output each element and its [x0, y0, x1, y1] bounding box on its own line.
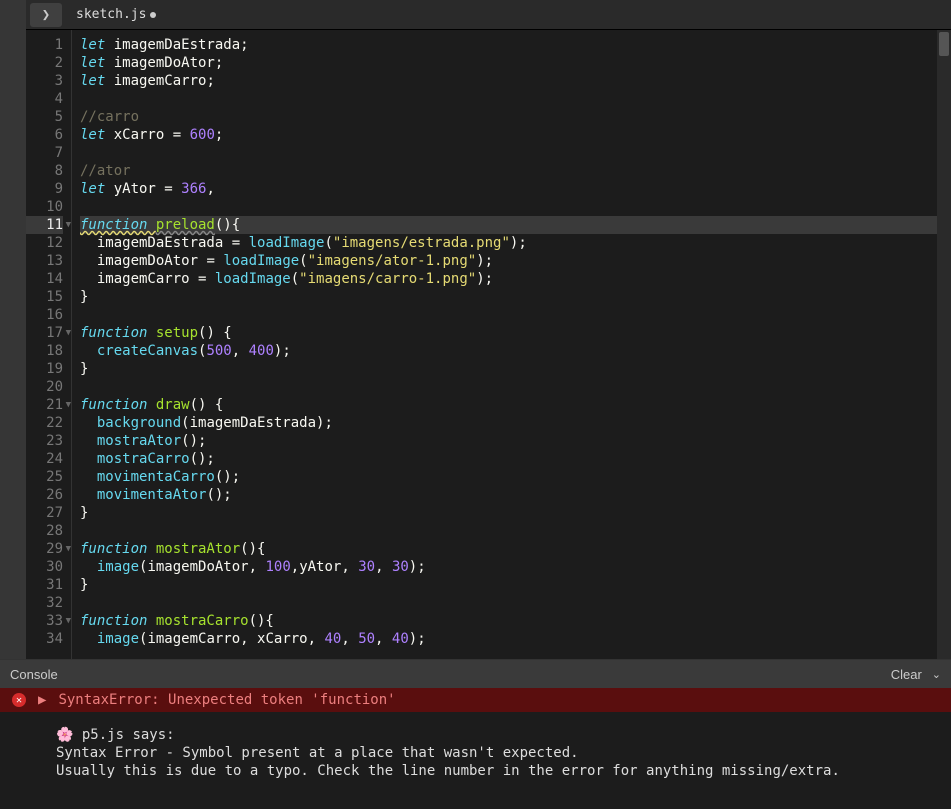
code-line[interactable]: [80, 144, 951, 162]
line-number: 17▼: [26, 324, 63, 342]
line-number: 25: [26, 468, 63, 486]
scrollbar-thumb[interactable]: [939, 32, 949, 56]
line-number: 22: [26, 414, 63, 432]
fold-marker-icon[interactable]: ▼: [66, 540, 71, 558]
p5-line1: Syntax Error - Symbol present at a place…: [56, 745, 579, 761]
code-line[interactable]: let imagemDoAtor;: [80, 54, 951, 72]
code-line[interactable]: [80, 90, 951, 108]
error-text: SyntaxError: Unexpected token 'function': [58, 692, 395, 708]
fold-marker-icon[interactable]: ▼: [66, 612, 71, 630]
flower-icon: 🌸: [56, 727, 73, 743]
line-number: 34: [26, 630, 63, 648]
code-line[interactable]: }: [80, 288, 951, 306]
line-number: 15: [26, 288, 63, 306]
line-number: 26: [26, 486, 63, 504]
line-number: 4: [26, 90, 63, 108]
dirty-indicator-icon: [150, 12, 156, 18]
code-line[interactable]: mostraCarro();: [80, 450, 951, 468]
expand-arrow-icon: ▶: [38, 692, 46, 708]
code-line[interactable]: [80, 198, 951, 216]
code-line[interactable]: mostraAtor();: [80, 432, 951, 450]
code-line[interactable]: let yAtor = 366,: [80, 180, 951, 198]
code-line[interactable]: createCanvas(500, 400);: [80, 342, 951, 360]
code-line[interactable]: function preload(){: [80, 216, 951, 234]
line-number: 24: [26, 450, 63, 468]
console-error-banner[interactable]: ✕ ▶ SyntaxError: Unexpected token 'funct…: [0, 688, 951, 712]
line-number: 7: [26, 144, 63, 162]
code-line[interactable]: }: [80, 576, 951, 594]
console-title: Console: [10, 667, 58, 682]
line-number: 27: [26, 504, 63, 522]
code-line[interactable]: imagemCarro = loadImage("imagens/carro-1…: [80, 270, 951, 288]
line-number: 23: [26, 432, 63, 450]
code-line[interactable]: let xCarro = 600;: [80, 126, 951, 144]
line-number: 30: [26, 558, 63, 576]
code-line[interactable]: }: [80, 360, 951, 378]
chevron-down-icon[interactable]: ⌄: [932, 668, 941, 681]
line-number: 11▼: [26, 216, 63, 234]
p5-line2: Usually this is due to a typo. Check the…: [56, 763, 840, 779]
line-number: 2: [26, 54, 63, 72]
console-header: Console Clear ⌄: [0, 660, 951, 688]
console-panel: Console Clear ⌄ ✕ ▶ SyntaxError: Unexpec…: [0, 659, 951, 809]
code-line[interactable]: background(imagemDaEstrada);: [80, 414, 951, 432]
code-line[interactable]: function draw() {: [80, 396, 951, 414]
chevron-right-icon: ❯: [42, 7, 50, 23]
code-line[interactable]: movimentaAtor();: [80, 486, 951, 504]
clear-button[interactable]: Clear: [891, 667, 922, 682]
code-line[interactable]: [80, 522, 951, 540]
line-number: 12: [26, 234, 63, 252]
line-number: 10: [26, 198, 63, 216]
tab-bar: ❯ sketch.js: [26, 0, 951, 30]
line-number: 33▼: [26, 612, 63, 630]
code-line[interactable]: let imagemCarro;: [80, 72, 951, 90]
code-line[interactable]: function mostraCarro(){: [80, 612, 951, 630]
code-line[interactable]: movimentaCarro();: [80, 468, 951, 486]
code-line[interactable]: }: [80, 504, 951, 522]
line-number: 8: [26, 162, 63, 180]
line-number: 18: [26, 342, 63, 360]
code-line[interactable]: imagemDoAtor = loadImage("imagens/ator-1…: [80, 252, 951, 270]
line-number: 20: [26, 378, 63, 396]
code-editor[interactable]: 1234567891011▼121314151617▼18192021▼2223…: [26, 30, 951, 659]
line-number: 3: [26, 72, 63, 90]
code-line[interactable]: //carro: [80, 108, 951, 126]
run-button[interactable]: ❯: [30, 3, 62, 27]
code-line[interactable]: let imagemDaEstrada;: [80, 36, 951, 54]
line-number: 14: [26, 270, 63, 288]
code-line[interactable]: [80, 306, 951, 324]
fold-marker-icon[interactable]: ▼: [66, 324, 71, 342]
tab-sketch[interactable]: sketch.js: [76, 7, 156, 22]
line-number: 1: [26, 36, 63, 54]
line-number: 28: [26, 522, 63, 540]
line-number: 19: [26, 360, 63, 378]
left-gutter-strip: [0, 0, 26, 659]
code-area[interactable]: let imagemDaEstrada;let imagemDoAtor;let…: [72, 30, 951, 659]
code-line[interactable]: [80, 594, 951, 612]
fold-marker-icon[interactable]: ▼: [66, 396, 71, 414]
line-number: 13: [26, 252, 63, 270]
p5-says: p5.js says:: [73, 727, 174, 743]
error-icon: ✕: [12, 693, 26, 707]
code-line[interactable]: function setup() {: [80, 324, 951, 342]
console-body: 🌸 p5.js says: Syntax Error - Symbol pres…: [0, 712, 951, 809]
line-number: 32: [26, 594, 63, 612]
code-line[interactable]: image(imagemDoAtor, 100,yAtor, 30, 30);: [80, 558, 951, 576]
line-number: 16: [26, 306, 63, 324]
line-number-gutter: 1234567891011▼121314151617▼18192021▼2223…: [26, 30, 72, 659]
vertical-scrollbar[interactable]: [937, 30, 951, 659]
line-number: 9: [26, 180, 63, 198]
line-number: 21▼: [26, 396, 63, 414]
code-line[interactable]: //ator: [80, 162, 951, 180]
line-number: 5: [26, 108, 63, 126]
code-line[interactable]: imagemDaEstrada = loadImage("imagens/est…: [80, 234, 951, 252]
fold-marker-icon[interactable]: ▼: [66, 216, 71, 234]
code-line[interactable]: [80, 378, 951, 396]
code-line[interactable]: image(imagemCarro, xCarro, 40, 50, 40);: [80, 630, 951, 648]
line-number: 31: [26, 576, 63, 594]
code-line[interactable]: function mostraAtor(){: [80, 540, 951, 558]
line-number: 29▼: [26, 540, 63, 558]
tab-filename: sketch.js: [76, 7, 146, 22]
line-number: 6: [26, 126, 63, 144]
